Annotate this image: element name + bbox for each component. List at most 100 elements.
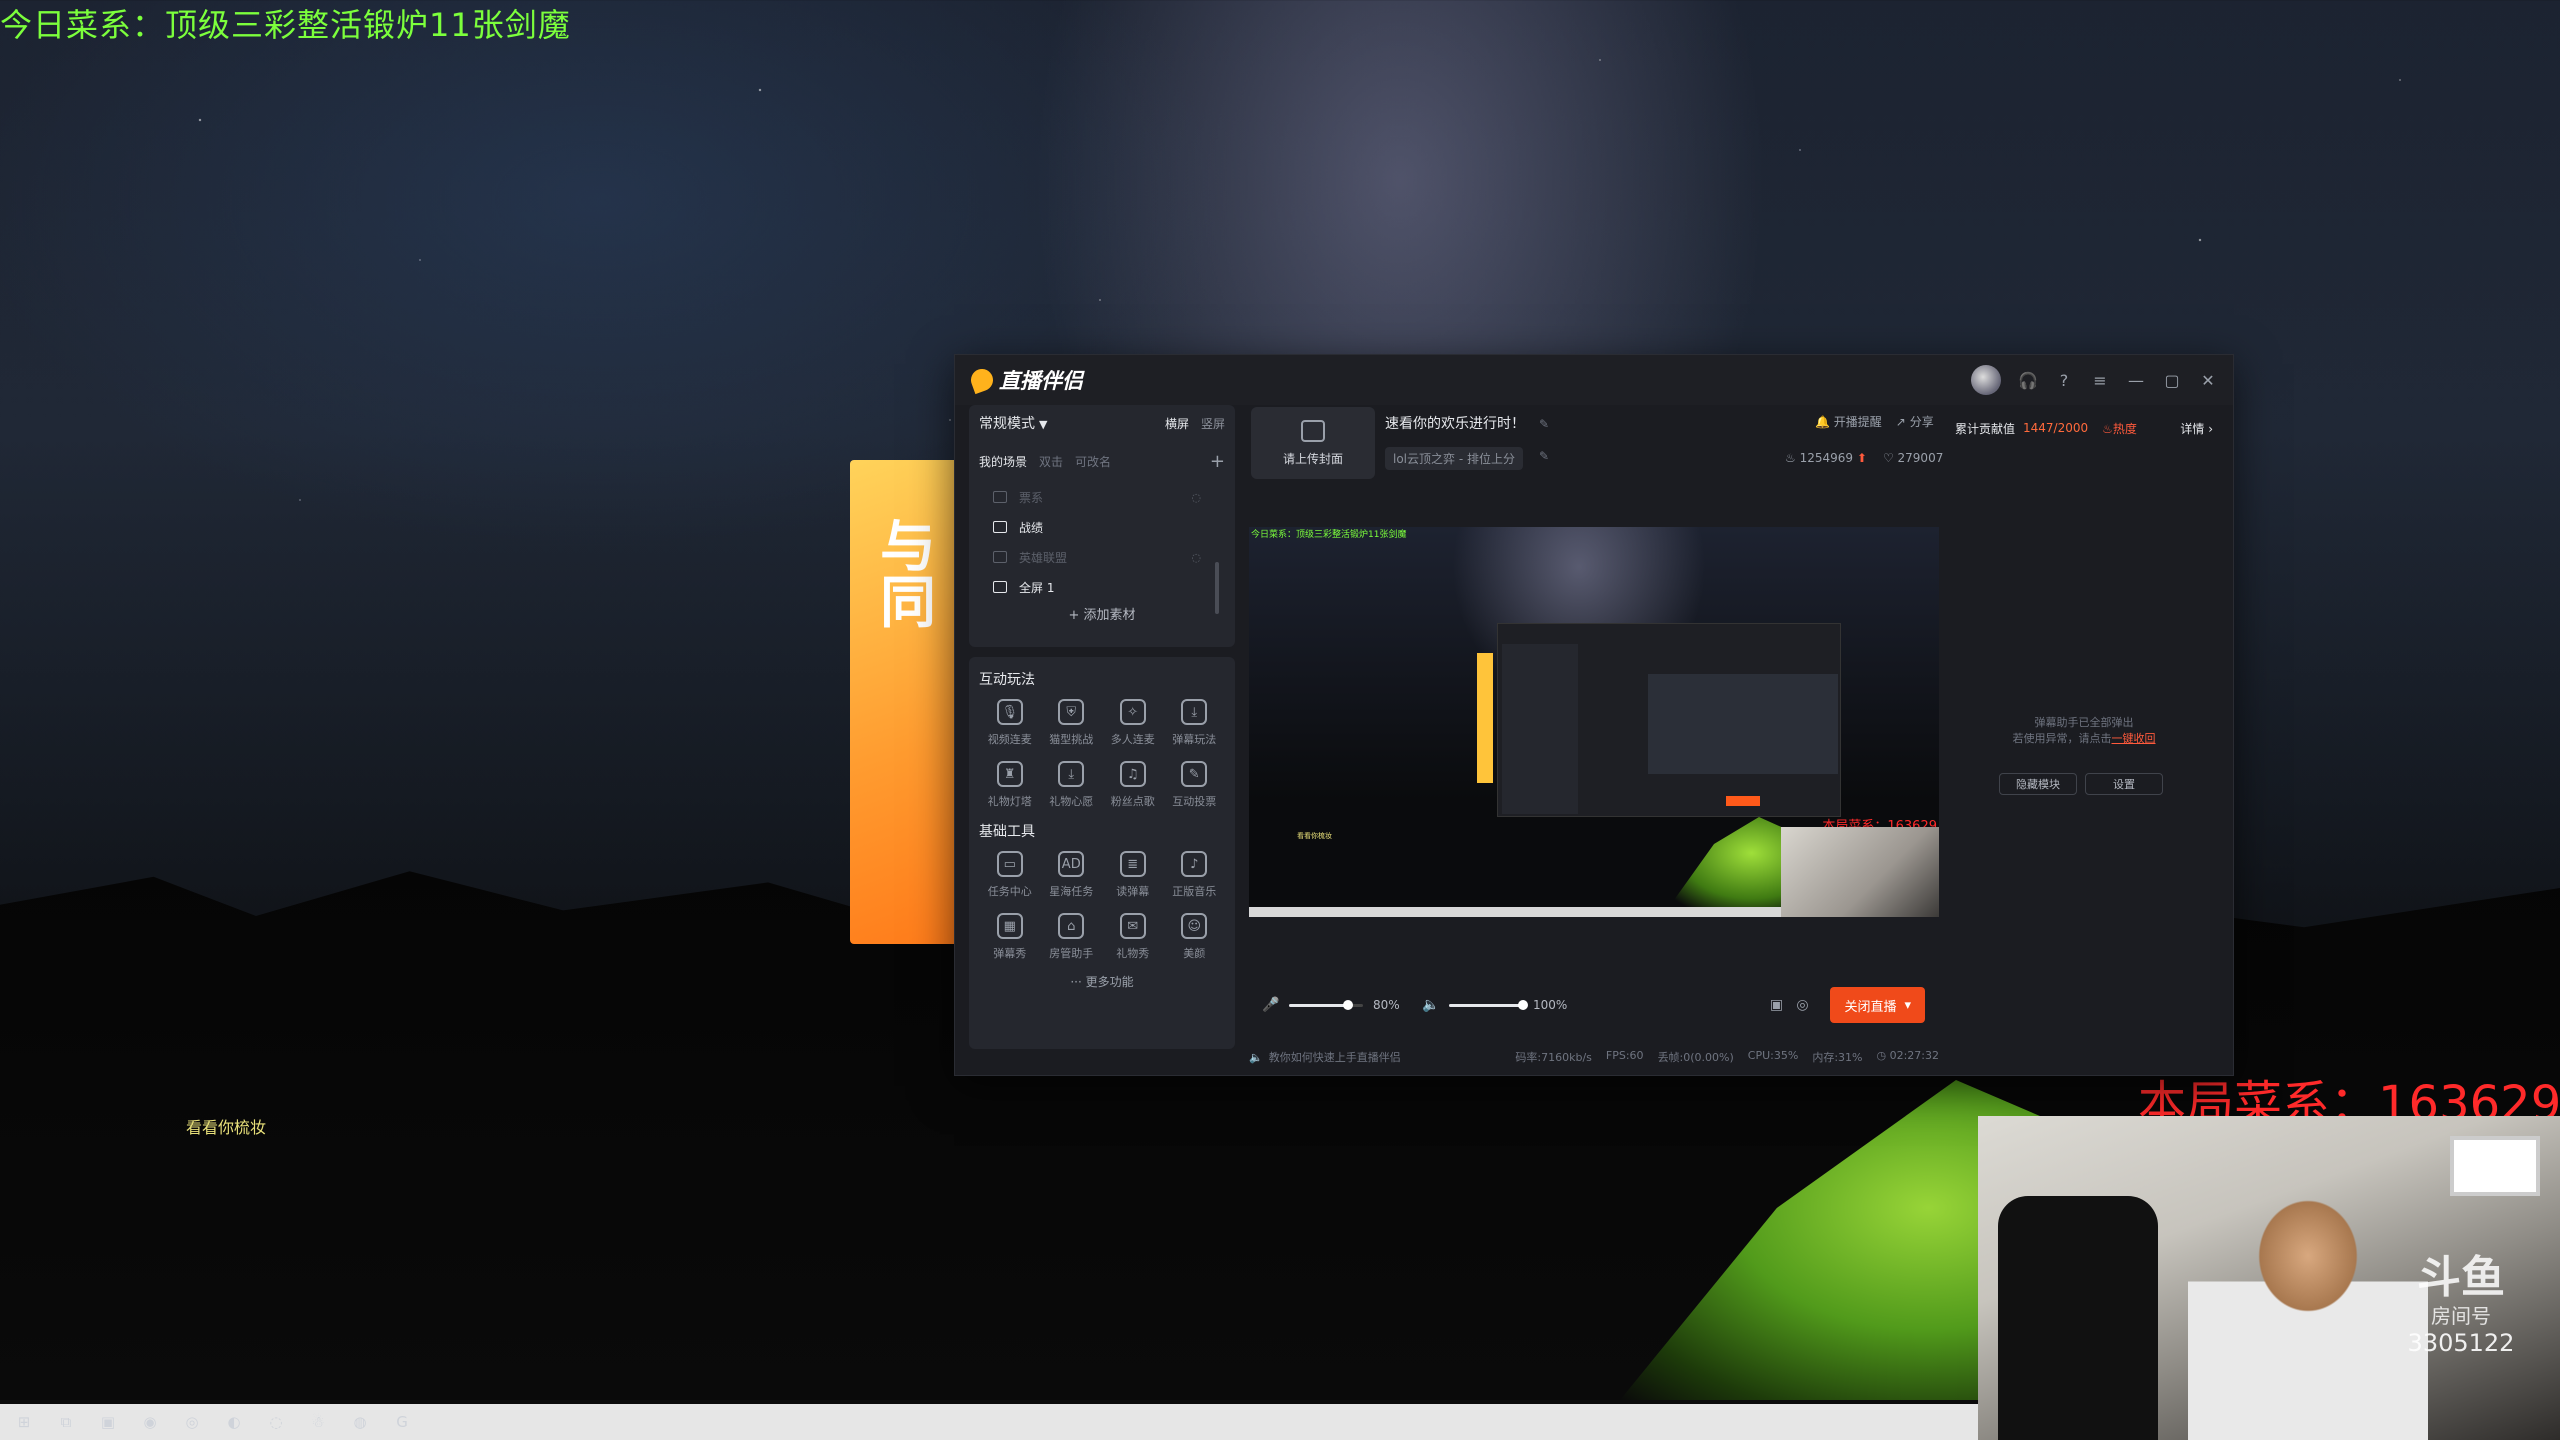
notify-button[interactable]: 🔔 开播提醒	[1815, 413, 1882, 430]
orient-portrait-tab[interactable]: 竖屏	[1201, 415, 1225, 432]
memory-stat: 内存:31%	[1812, 1051, 1863, 1064]
menu-icon[interactable]: ≡	[2091, 371, 2109, 390]
watermark-room-label: 房间号	[2431, 1304, 2491, 1328]
tutorial-link[interactable]: 🔈 教你如何快速上手直播伴侣	[1249, 1049, 1401, 1065]
scene-item[interactable]: 战绩	[993, 512, 1225, 542]
heat-stat: ♨ 1254969 ⬆	[1785, 451, 1867, 465]
scene-scrollbar[interactable]	[1215, 562, 1219, 614]
tab-my-scenes[interactable]: 我的场景	[979, 453, 1027, 470]
shield-icon: ⛨	[1058, 699, 1085, 725]
task-view-icon[interactable]: ⧉	[54, 1410, 78, 1434]
douyu-watermark: 斗鱼 房间号 3305122	[2396, 1256, 2526, 1376]
windows-icon[interactable]: ⊞	[12, 1410, 36, 1434]
qq-icon[interactable]: ☃	[306, 1410, 330, 1434]
tool-lighthouse[interactable]: ♜ 礼物灯塔	[979, 761, 1041, 809]
mode-dropdown[interactable]: 常规模式 ▼	[979, 413, 1047, 433]
scene-item[interactable]: 全屏 1	[993, 572, 1225, 602]
gift-icon: ✉	[1119, 913, 1146, 939]
photo-app-icon[interactable]: ▣	[96, 1410, 120, 1434]
camera-icon[interactable]: ▣	[1768, 997, 1784, 1013]
tool-ad[interactable]: AD 星海任务	[1041, 851, 1103, 899]
nested-sidebar	[1502, 644, 1578, 814]
tool-multi-mic[interactable]: ✧ 多人连麦	[1102, 699, 1164, 747]
tool-wish[interactable]: ⤓ 礼物心愿	[1041, 761, 1103, 809]
add-material-button[interactable]: + 添加素材	[979, 604, 1225, 623]
room-title[interactable]: 速看你的欢乐进行时！ ✎	[1385, 413, 1549, 433]
tool-gift[interactable]: ✉ 礼物秀	[1102, 913, 1164, 961]
tool-home[interactable]: ⌂ 房管助手	[1041, 913, 1103, 961]
maximize-icon[interactable]: ▢	[2163, 371, 2181, 390]
headset-icon[interactable]: 🎧	[2018, 371, 2038, 390]
tools-panel: 互动玩法 🎙 视频连麦 ⛨ 猫型挑战 ✧ 多人连麦 ⤓ 弹幕玩法 ♜ 礼物灯塔 ⤓ 礼物心愿 ♫ 粉丝点歌…	[969, 657, 1235, 1049]
room-title-text: 速看你的欢乐进行时！	[1385, 416, 1525, 432]
add-scene-icon[interactable]: +	[1210, 451, 1225, 472]
scene-item[interactable]: 票系 ◌	[993, 482, 1225, 512]
tool-vote[interactable]: ✎ 互动投票	[1164, 761, 1226, 809]
speaker-volume-slider[interactable]	[1449, 999, 1528, 1010]
title-bar: 直播伴侣 🎧 ? ≡ — ▢ ✕	[955, 355, 2233, 405]
contribution-bar: 累计贡献值 1447/2000 ♨热度 详情 ›	[1955, 413, 2213, 443]
speaker-volume-label: 100%	[1533, 998, 1568, 1012]
eye-off-icon[interactable]: ◌	[1191, 551, 1201, 564]
danmu-line2: 若使用异常，请点击	[2012, 732, 2112, 745]
mic-volume-slider[interactable]	[1289, 999, 1363, 1010]
help-icon[interactable]: ?	[2055, 371, 2073, 390]
logo-icon	[967, 365, 997, 395]
orient-landscape-tab[interactable]: 横屏	[1165, 415, 1189, 432]
promo-poster: 与 同	[850, 460, 960, 944]
eye-off-icon[interactable]: ◌	[1191, 491, 1201, 504]
hide-module-button[interactable]: 隐藏模块	[1999, 773, 2077, 795]
speaker-icon[interactable]: 🔈	[1422, 997, 1439, 1013]
tool-face[interactable]: ☺ 美颜	[1164, 913, 1226, 961]
tool-label: 弹幕玩法	[1172, 733, 1217, 746]
tool-calendar[interactable]: ▦ 弹幕秀	[979, 913, 1041, 961]
danmu-settings-button[interactable]: 设置	[2085, 773, 2163, 795]
qq-browser-icon[interactable]: ◌	[264, 1410, 288, 1434]
live-companion-icon[interactable]: ◉	[138, 1410, 162, 1434]
tool-music-note[interactable]: ♪ 正版音乐	[1164, 851, 1226, 899]
app-title: 直播伴侣	[999, 369, 1083, 393]
interactive-grid: 🎙 视频连麦 ⛨ 猫型挑战 ✧ 多人连麦 ⤓ 弹幕玩法 ♜ 礼物灯塔 ⤓ 礼物心愿 ♫ 粉丝点歌 ✎ 互动投票	[979, 699, 1225, 809]
slider-knob[interactable]	[1343, 999, 1354, 1010]
edit-icon[interactable]: ✎	[1539, 417, 1549, 431]
recall-link[interactable]: 一键收回	[2112, 732, 2156, 745]
preview-poster	[1477, 653, 1493, 783]
share-button[interactable]: ↗ 分享	[1896, 413, 1934, 430]
stream-preview[interactable]: 今日菜系：顶级三彩整活锻炉11张剑魔 看看你梳妆 本局菜系：163629	[1249, 527, 1939, 917]
game-icon[interactable]: G	[390, 1410, 414, 1434]
tool-music[interactable]: ♫ 粉丝点歌	[1102, 761, 1164, 809]
user-avatar[interactable]	[1971, 365, 2001, 395]
live-duration: ◷ 02:27:32	[1876, 1049, 1939, 1065]
room-category[interactable]: lol云顶之弈 - 排位上分	[1385, 447, 1523, 470]
lighthouse-icon: ♜	[996, 761, 1023, 787]
wall-picture	[2450, 1136, 2540, 1196]
audio-controls: 🎤 80% 🔈 100% ▣ ◎ 关闭直播 ▾	[1249, 975, 1939, 1035]
record-icon[interactable]: ◎	[1794, 997, 1810, 1013]
tool-label: 星海任务	[1049, 885, 1094, 898]
tool-read-danmu[interactable]: ≣ 读弹幕	[1102, 851, 1164, 899]
tool-download[interactable]: ⤓ 弹幕玩法	[1164, 699, 1226, 747]
detail-link[interactable]: 详情 ›	[2180, 420, 2213, 437]
netease-music-icon[interactable]: ◍	[348, 1410, 372, 1434]
slider-knob[interactable]	[1518, 999, 1528, 1010]
live-duration-value: 02:27:32	[1889, 1049, 1939, 1062]
overlay-hint-text: 看看你梳妆	[186, 1118, 267, 1137]
danmu-line1: 弹幕助手已全部弹出	[2034, 716, 2134, 729]
upload-cover-button[interactable]: 请上传封面	[1251, 407, 1375, 479]
scene-item[interactable]: 英雄联盟 ◌	[993, 542, 1225, 572]
share-icon: ↗	[1895, 415, 1906, 429]
tool-mic[interactable]: 🎙 视频连麦	[979, 699, 1041, 747]
gaming-chair	[1998, 1196, 2158, 1440]
stop-live-button[interactable]: 关闭直播 ▾	[1830, 987, 1925, 1023]
minimize-icon[interactable]: —	[2127, 371, 2145, 390]
tool-shield[interactable]: ⛨ 猫型挑战	[1041, 699, 1103, 747]
mic-icon[interactable]: 🎤	[1262, 997, 1279, 1013]
more-functions-button[interactable]: ··· 更多功能	[979, 973, 1225, 990]
chrome-icon[interactable]: ◐	[222, 1410, 246, 1434]
tool-label: 互动投票	[1172, 795, 1217, 808]
obs-icon[interactable]: ◎	[180, 1410, 204, 1434]
close-icon[interactable]: ✕	[2199, 371, 2217, 390]
download-icon: ⤓	[1181, 699, 1208, 725]
tool-task[interactable]: ▭ 任务中心	[979, 851, 1041, 899]
edit-category-icon[interactable]: ✎	[1539, 449, 1549, 463]
